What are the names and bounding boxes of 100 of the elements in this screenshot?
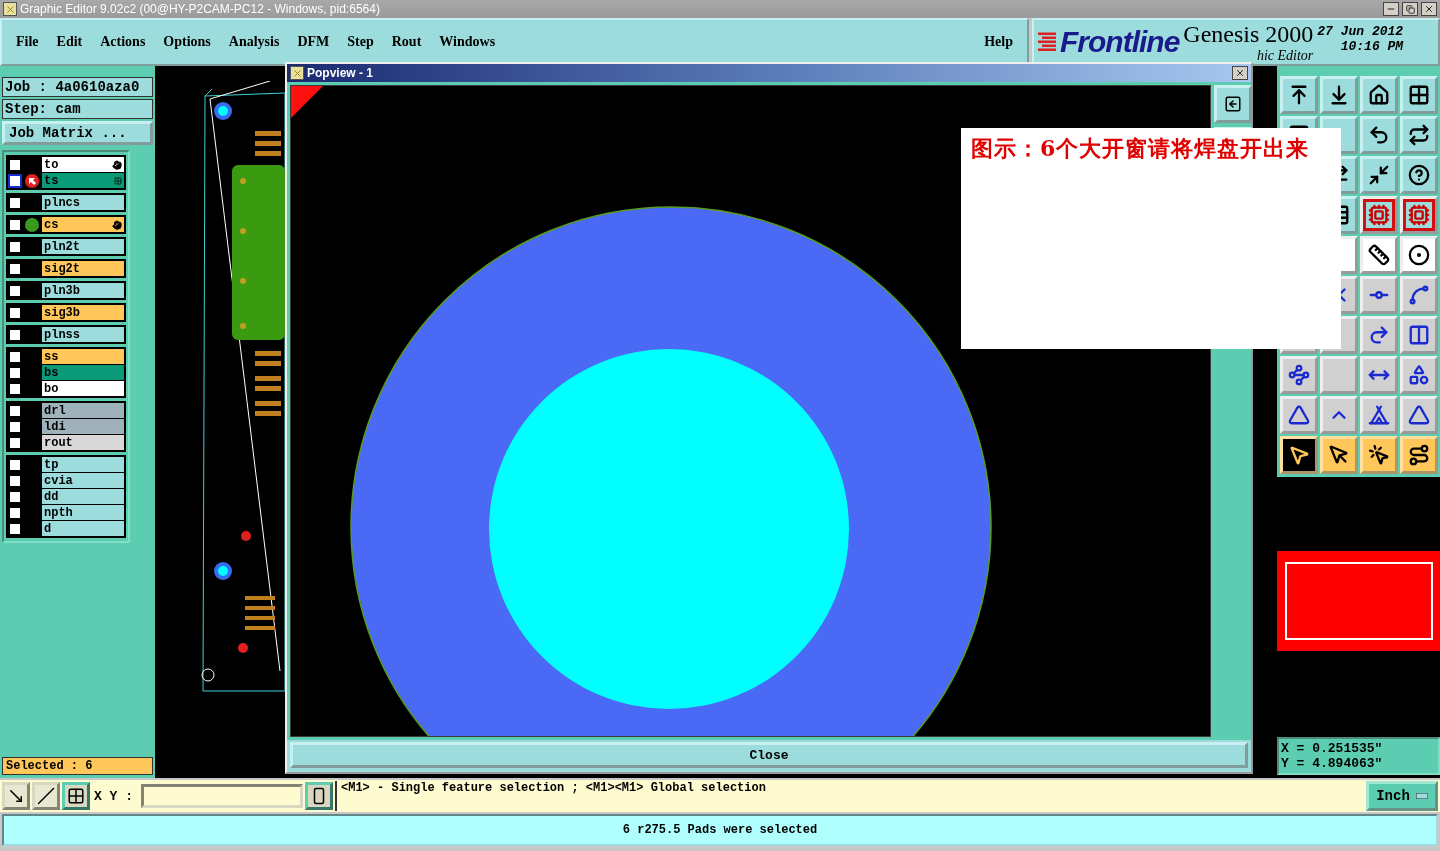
tool-button[interactable] [1320,76,1358,114]
layer-checkbox[interactable] [8,435,22,450]
layer-name[interactable]: ldi [42,419,124,434]
menu-item[interactable]: Windows [439,34,496,50]
layer-checkbox[interactable] [8,473,22,488]
tool-button[interactable] [1400,436,1438,474]
tool-button[interactable] [1360,76,1398,114]
layer-name[interactable]: dd [42,489,124,504]
layer-name[interactable]: rout [42,435,124,450]
layer-name[interactable]: ts [42,173,124,188]
layer-name[interactable]: plnss [42,327,124,342]
menu-item[interactable]: Actions [100,34,146,50]
date-text: 27 Jun 2012 [1317,24,1404,39]
menu-item[interactable]: Help [984,34,1013,50]
layer-name[interactable]: plncs [42,195,124,210]
undo-icon [1368,124,1390,146]
tool-button[interactable] [1360,236,1398,274]
menu-item[interactable]: Edit [56,34,83,50]
layer-name[interactable]: ss [42,349,124,364]
layer-checkbox[interactable] [8,283,22,298]
layer-checkbox[interactable] [8,157,22,172]
tool-button[interactable] [1360,356,1398,394]
layer-checkbox[interactable] [8,505,22,520]
xy-input-field[interactable] [141,784,303,808]
layer-name[interactable]: sig3b [42,305,124,320]
tool-button[interactable] [1360,396,1398,434]
angle-button[interactable] [32,782,60,810]
layer-checkbox[interactable] [8,239,22,254]
layer-checkbox[interactable] [8,349,22,364]
alert-button[interactable] [305,782,333,810]
layer-name[interactable]: npth [42,505,124,520]
layer-name[interactable]: pln3b [42,283,124,298]
layer-checkbox[interactable] [8,403,22,418]
waypoints-icon [1288,364,1310,386]
layer-checkbox[interactable] [8,521,22,536]
diagonal-arrow-icon [7,787,25,805]
window-title: Graphic Editor 9.02c2 (00@HY-P2CAM-PC12 - Windows, pid:6564) [20,2,381,16]
grid-button[interactable] [62,782,90,810]
minimize-button[interactable] [1383,2,1399,16]
layer-checkbox[interactable] [8,195,22,210]
layer-name[interactable]: pln2t [42,239,124,254]
menu-item[interactable]: Options [163,34,211,50]
menu-item[interactable]: Analysis [228,34,280,50]
units-dropdown[interactable]: Inch [1366,781,1438,811]
tool-button[interactable] [1400,116,1438,154]
layer-name[interactable]: tp [42,457,124,472]
layer-name[interactable]: to [42,157,124,172]
dropdown-bar-icon [1415,793,1428,799]
layer-checkbox[interactable] [8,419,22,434]
close-popview-button[interactable]: Close [290,742,1248,768]
tool-button[interactable] [1280,356,1318,394]
tool-button[interactable] [1280,76,1318,114]
menu-item[interactable]: File [16,34,39,50]
close-button[interactable] [1421,2,1437,16]
corner-triangle-icon [291,86,323,118]
layer-checkbox[interactable] [8,365,22,380]
shapes-icon [1408,364,1430,386]
angle-icon [37,787,55,805]
popview-tool-button[interactable] [1214,85,1252,123]
layer-name[interactable]: cvia [42,473,124,488]
menu-item[interactable]: DFM [297,34,330,50]
tool-button[interactable] [1400,76,1438,114]
tool-button[interactable] [1360,436,1398,474]
tool-button[interactable] [1400,396,1438,434]
layer-name[interactable]: bo [42,381,124,396]
tool-button[interactable] [1400,236,1438,274]
tool-button[interactable] [1360,316,1398,354]
layer-checkbox[interactable] [8,305,22,320]
layer-checkbox[interactable] [8,381,22,396]
tool-button[interactable] [1400,356,1438,394]
tool-button[interactable] [1360,276,1398,314]
layer-name[interactable]: cs [42,217,124,232]
job-matrix-button[interactable]: Job Matrix ... [2,121,153,145]
dot-icon [1408,244,1430,266]
popview-close-button[interactable] [1232,66,1248,80]
repeat-icon [1408,124,1430,146]
layer-name[interactable]: drl [42,403,124,418]
tool-button[interactable] [1400,316,1438,354]
layer-name[interactable]: bs [42,365,124,380]
circuit-icon [1408,204,1430,226]
tool-button[interactable] [1360,156,1398,194]
restore-button[interactable] [1402,2,1418,16]
menu-item[interactable]: Step [347,34,374,50]
tool-button[interactable] [1320,436,1358,474]
tool-button[interactable] [1400,156,1438,194]
menu-item[interactable]: Rout [391,34,422,50]
tool-button[interactable] [1360,116,1398,154]
layer-name[interactable]: sig2t [42,261,124,276]
zoom-box-button[interactable] [2,782,30,810]
layer-checkbox[interactable] [8,489,22,504]
layer-name[interactable]: d [42,521,124,536]
layer-checkbox[interactable] [8,457,22,472]
help-icon [1408,164,1430,186]
tool-button[interactable] [1280,436,1318,474]
layer-checkbox[interactable] [8,217,22,232]
tool-button[interactable] [1400,276,1438,314]
tool-button[interactable] [1280,396,1318,434]
layer-checkbox[interactable] [8,327,22,342]
layer-checkbox[interactable] [8,173,22,188]
layer-checkbox[interactable] [8,261,22,276]
